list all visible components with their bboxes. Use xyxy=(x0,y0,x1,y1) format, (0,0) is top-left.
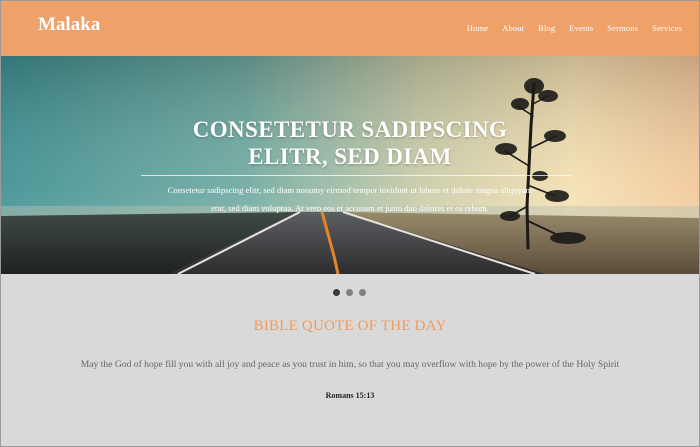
hero-text-line-2: erat, sed diam voluptua. At vero eos et … xyxy=(211,203,489,213)
nav-services[interactable]: Services xyxy=(652,23,682,33)
slider-dots xyxy=(333,289,366,296)
quote-text: May the God of hope fill you with all jo… xyxy=(80,359,620,370)
hero-title: CONSETETUR SADIPSCING ELITR, SED DIAM xyxy=(130,116,570,170)
hero-description: Consetetur sadipscing elitr, sed diam no… xyxy=(132,181,568,217)
hero-slider: CONSETETUR SADIPSCING ELITR, SED DIAM xyxy=(0,56,700,274)
site-logo[interactable]: Malaka xyxy=(38,14,100,36)
nav-home[interactable]: Home xyxy=(467,23,488,33)
quote-reference: Romans 15:13 xyxy=(325,391,375,400)
slider-dot-2[interactable] xyxy=(346,289,353,296)
slider-dot-1[interactable] xyxy=(333,289,340,296)
main-nav: Home About Blog Events Sermons Services xyxy=(453,23,682,33)
nav-sermons[interactable]: Sermons xyxy=(607,23,638,33)
slider-dot-3[interactable] xyxy=(359,289,366,296)
hero-divider xyxy=(141,175,571,176)
nav-about[interactable]: About xyxy=(502,23,524,33)
site-header: Malaka Home About Blog Events Sermons Se… xyxy=(0,0,700,56)
hero-text-line-1: Consetetur sadipscing elitr, sed diam no… xyxy=(167,185,533,195)
hero-title-line-2: ELITR, SED DIAM xyxy=(248,144,452,169)
quote-heading: BIBLE QUOTE OF THE DAY xyxy=(253,318,447,334)
nav-blog[interactable]: Blog xyxy=(538,23,555,33)
hero-title-line-1: CONSETETUR SADIPSCING xyxy=(192,117,508,142)
nav-events[interactable]: Events xyxy=(569,23,593,33)
